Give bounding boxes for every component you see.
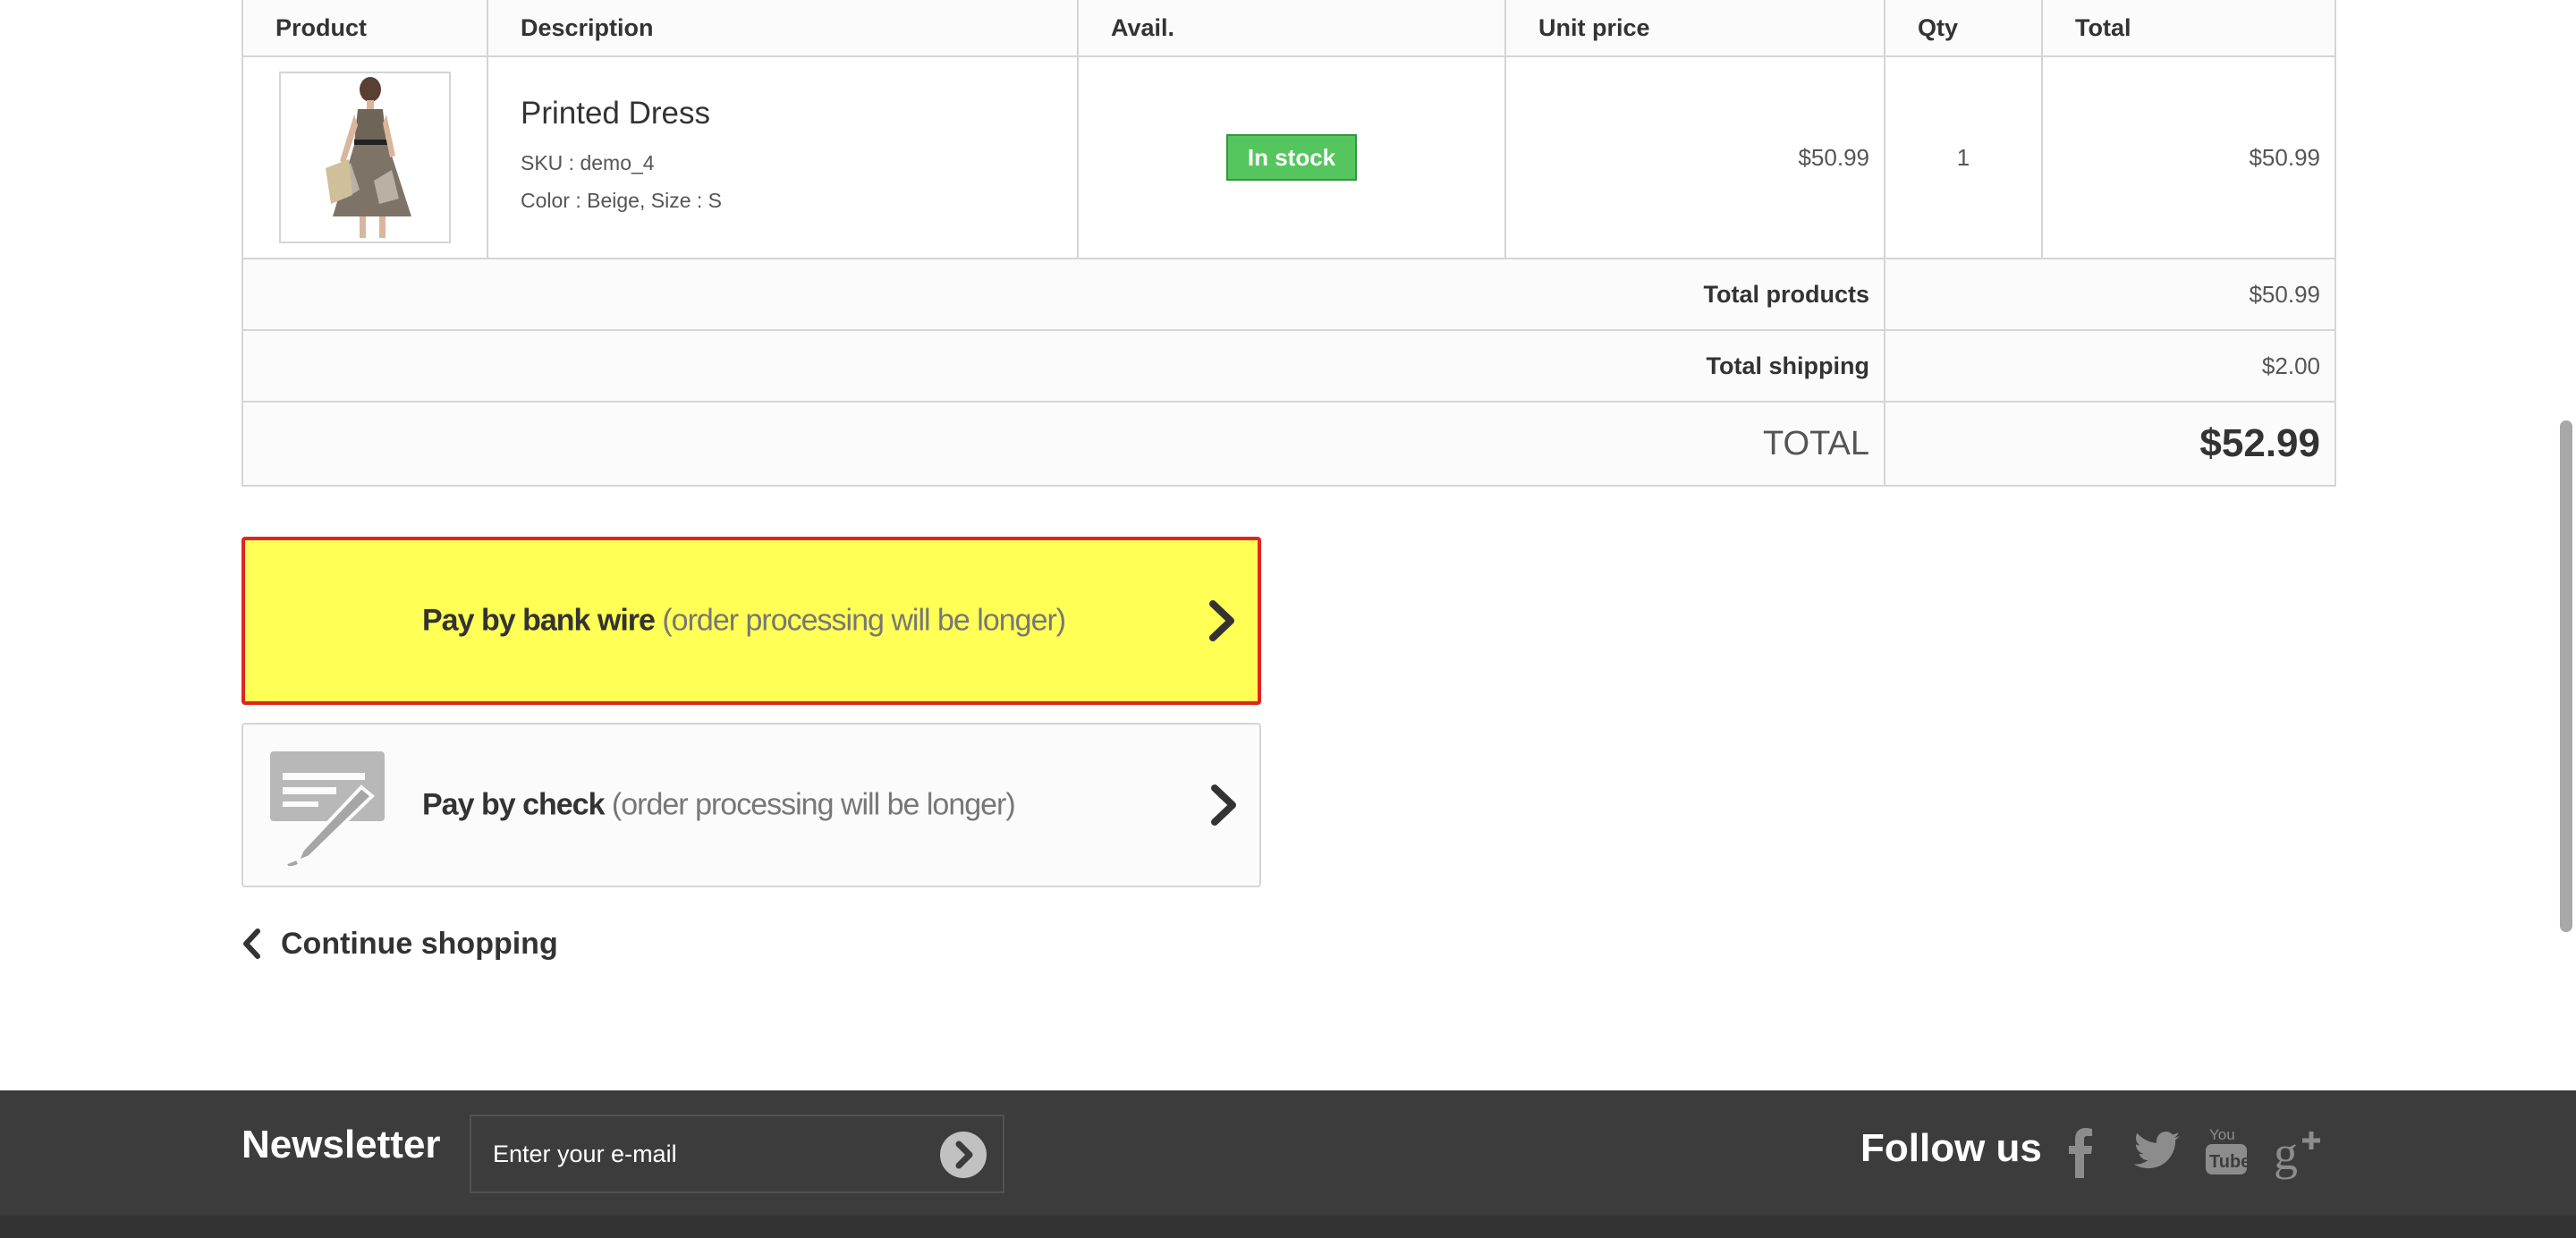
bank-wire-label: Pay by bank wire: [422, 603, 656, 638]
pay-by-check-button[interactable]: Pay by check (order processing will be l…: [242, 723, 1261, 887]
total-shipping-row: Total shipping $2.00: [242, 329, 2336, 403]
product-attributes: Color : Beige, Size : S: [521, 189, 722, 212]
table-header-row: Product Description Avail. Unit price Qt…: [242, 0, 2336, 57]
total-shipping-value: $2.00: [1884, 329, 2336, 403]
scrollbar-thumb[interactable]: [2560, 420, 2572, 932]
grand-total-row: TOTAL $52.99: [242, 401, 2336, 487]
chevron-right-icon: [1211, 784, 1236, 826]
header-description: Description: [487, 0, 1079, 57]
header-qty: Qty: [1884, 0, 2043, 57]
newsletter-email-input[interactable]: [471, 1116, 919, 1191]
check-payment-icon: [270, 751, 385, 866]
google-plus-icon[interactable]: g: [2274, 1126, 2326, 1180]
product-name-link[interactable]: Printed Dress: [521, 96, 1076, 131]
arrow-right-circle-icon[interactable]: [940, 1132, 987, 1178]
follow-us-title: Follow us: [1860, 1126, 2042, 1170]
continue-shopping-link[interactable]: Continue shopping: [242, 921, 558, 966]
svg-text:g: g: [2274, 1126, 2298, 1180]
cart-summary-table: Product Description Avail. Unit price Qt…: [242, 0, 2336, 487]
check-text: Pay by check (order processing will be l…: [422, 787, 1016, 823]
youtube-icon[interactable]: You Tube: [2204, 1124, 2249, 1178]
check-note: (order processing will be longer): [604, 787, 1016, 822]
availability-cell: In stock: [1077, 55, 1506, 259]
svg-text:You: You: [2209, 1126, 2235, 1143]
newsletter-title: Newsletter: [242, 1123, 441, 1166]
dress-photo: [326, 77, 411, 238]
product-thumbnail[interactable]: [279, 72, 451, 243]
header-product: Product: [242, 0, 488, 57]
in-stock-badge: In stock: [1225, 134, 1358, 181]
header-total: Total: [2041, 0, 2336, 57]
total-products-row: Total products $50.99: [242, 258, 2336, 331]
footer: Newsletter Follow us You Tube g: [0, 1090, 2576, 1238]
pay-by-bank-wire-button[interactable]: Pay by bank wire (order processing will …: [242, 537, 1261, 705]
product-sku: SKU : demo_4: [521, 151, 655, 174]
chevron-left-icon: [243, 928, 260, 959]
product-description-cell: Printed Dress SKU : demo_4 Color : Beige…: [487, 55, 1079, 259]
line-total-cell: $50.99: [2041, 55, 2336, 259]
grand-total-label: TOTAL: [242, 401, 1885, 487]
header-avail: Avail.: [1077, 0, 1506, 57]
continue-shopping-label: Continue shopping: [281, 926, 558, 961]
total-shipping-label: Total shipping: [242, 329, 1885, 403]
total-products-label: Total products: [242, 258, 1885, 331]
facebook-icon[interactable]: [2068, 1126, 2095, 1180]
table-row: Printed Dress SKU : demo_4 Color : Beige…: [242, 55, 2336, 259]
check-label: Pay by check: [422, 787, 605, 822]
twitter-icon[interactable]: [2132, 1131, 2181, 1172]
unit-price-cell: $50.99: [1504, 55, 1885, 259]
svg-text:Tube: Tube: [2209, 1152, 2249, 1172]
newsletter-form: [470, 1115, 1004, 1193]
bank-wire-note: (order processing will be longer): [654, 603, 1066, 638]
bank-wire-text: Pay by bank wire (order processing will …: [422, 603, 1066, 639]
footer-bottom-bar: [0, 1216, 2576, 1238]
chevron-right-icon: [1209, 600, 1234, 641]
quantity-cell: 1: [1884, 55, 2043, 259]
grand-total-value: $52.99: [1884, 401, 2336, 487]
header-unit-price: Unit price: [1504, 0, 1885, 57]
total-products-value: $50.99: [1884, 258, 2336, 331]
product-image-cell: [242, 55, 488, 259]
